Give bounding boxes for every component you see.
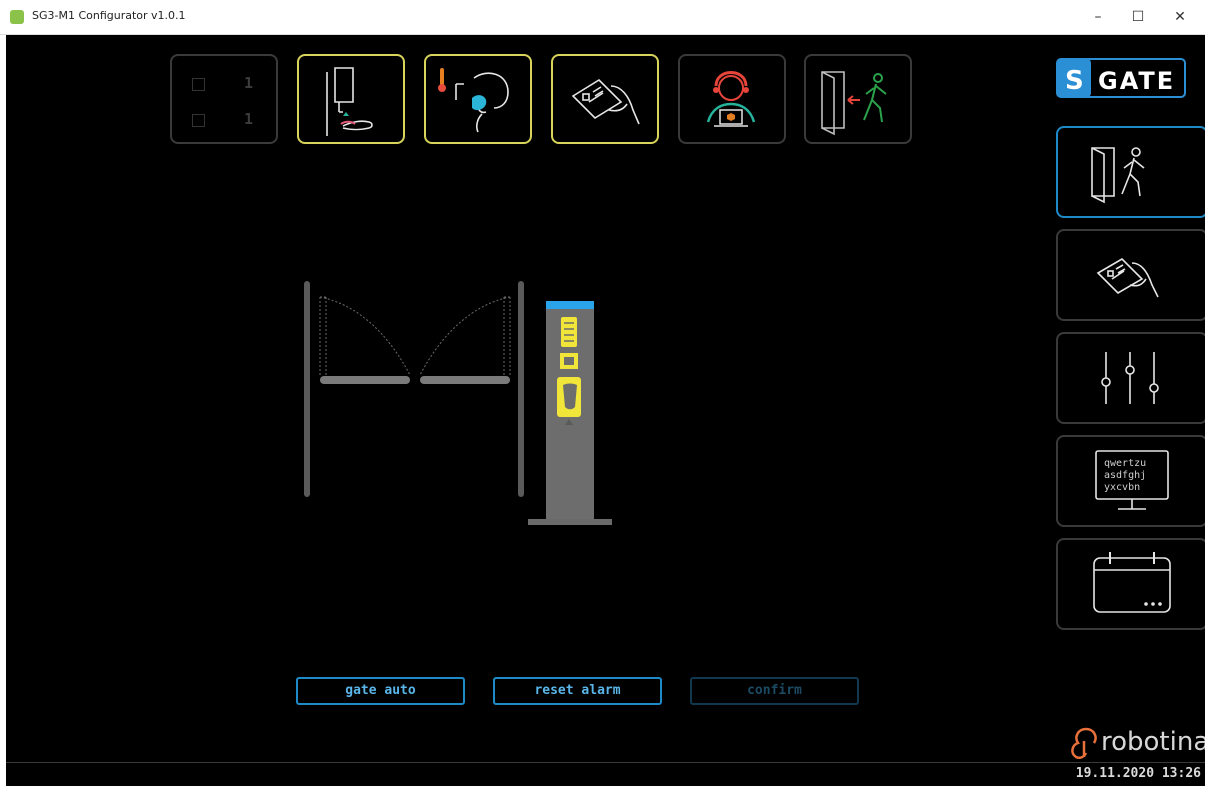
reader-pillar xyxy=(528,301,612,525)
gate-illustration xyxy=(304,281,612,525)
left-gate-wing xyxy=(320,376,410,384)
sgate-gate-text: GATE xyxy=(1098,67,1175,95)
datetime-display: 19.11.2020 13:26 xyxy=(1075,766,1201,781)
door-person-icon xyxy=(1091,147,1145,204)
keyboard-line-2: asdfghj xyxy=(1104,470,1146,481)
menu-keyboard[interactable]: qwertzu asdfghj yxcvbn xyxy=(1056,435,1205,527)
entry-counter-icon xyxy=(192,78,205,91)
sliders-icon xyxy=(1101,352,1159,404)
keyboard-line-1: qwertzu xyxy=(1104,458,1146,469)
close-button[interactable]: ✕ xyxy=(1160,4,1200,30)
tile-operator[interactable] xyxy=(678,54,786,144)
thermometer-face-icon xyxy=(438,68,509,133)
menu-door-person[interactable] xyxy=(1056,126,1205,218)
door-exit-person-icon xyxy=(821,71,887,136)
menu-settings[interactable] xyxy=(1056,332,1205,424)
tile-exit[interactable] xyxy=(804,54,912,144)
exit-count: 1 xyxy=(244,110,254,128)
sgate-logo: S GATE xyxy=(1056,58,1186,98)
main-screen: 1 1 S GATE qwertzu asdfghj yxcvbn gate a… xyxy=(6,35,1205,762)
app-icon xyxy=(10,10,24,24)
gate-auto-button[interactable]: gate auto xyxy=(296,677,465,705)
operator-headset-icon xyxy=(706,71,756,127)
calendar-icon xyxy=(1093,552,1171,613)
tile-temperature[interactable] xyxy=(424,54,532,144)
window-title: SG3-M1 Configurator v1.0.1 xyxy=(32,9,186,22)
maximize-button[interactable]: ☐ xyxy=(1118,4,1158,30)
card-hand-icon xyxy=(571,78,640,125)
hand-sanitizer-icon xyxy=(326,67,373,136)
confirm-button: confirm xyxy=(690,677,859,705)
keyboard-monitor-icon: qwertzu asdfghj yxcvbn xyxy=(1095,450,1169,510)
tile-hand-sanitizer[interactable] xyxy=(297,54,405,144)
minimize-button[interactable]: – xyxy=(1078,4,1118,30)
left-post xyxy=(304,281,310,497)
entry-count: 1 xyxy=(244,74,254,92)
reset-alarm-button[interactable]: reset alarm xyxy=(493,677,662,705)
counter-tile: 1 1 xyxy=(170,54,278,144)
right-post xyxy=(518,281,524,497)
title-bar: SG3-M1 Configurator v1.0.1 – ☐ ✕ xyxy=(0,0,1205,35)
card-hand-icon xyxy=(1096,257,1159,298)
sgate-s-letter: S xyxy=(1065,66,1084,96)
menu-card[interactable] xyxy=(1056,229,1205,321)
menu-calendar[interactable] xyxy=(1056,538,1205,630)
right-gate-wing xyxy=(420,376,510,384)
keyboard-line-3: yxcvbn xyxy=(1104,482,1140,493)
status-bar: 19.11.2020 13:26 xyxy=(6,762,1205,786)
robotina-wordmark: robotina xyxy=(1101,727,1205,757)
exit-counter-icon xyxy=(192,114,205,127)
tile-card-reader[interactable] xyxy=(551,54,659,144)
